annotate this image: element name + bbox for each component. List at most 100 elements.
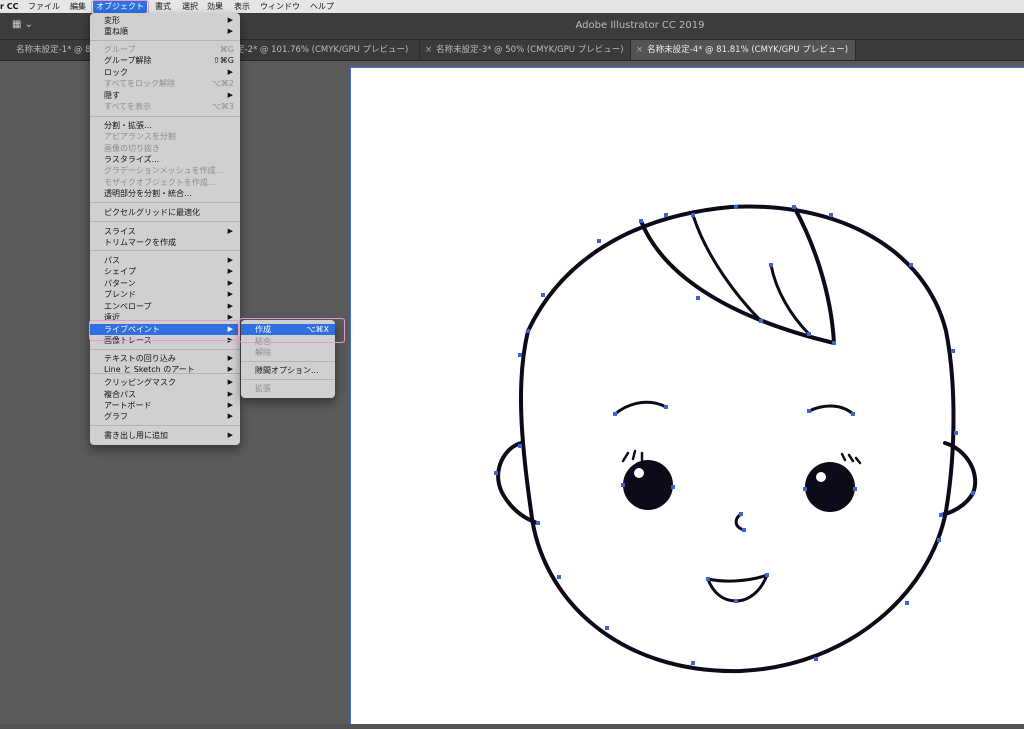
object_menu-item[interactable]: パス ▶: [90, 255, 240, 266]
artboard[interactable]: [350, 67, 1024, 724]
hair-lock: [639, 205, 836, 345]
object_menu-item[interactable]: エンベロープ ▶: [90, 301, 240, 312]
object_menu-item[interactable]: 分割・拡張...: [90, 120, 240, 131]
menu-separator: [241, 379, 335, 380]
submenu-arrow-icon: ▶: [227, 27, 233, 35]
menu-separator: [90, 40, 240, 41]
shortcut-label: ⌥⌘2: [211, 79, 234, 88]
object_menu-item[interactable]: ピクセルグリッドに最適化: [90, 207, 240, 218]
object_menu-item-label: グループ: [104, 45, 136, 54]
submenu-arrow-icon: ▶: [227, 16, 233, 24]
object_menu-item[interactable]: グラフ ▶: [90, 411, 240, 422]
object_menu-item-label: 重ね順: [104, 27, 128, 36]
object_menu-item[interactable]: シェイプ ▶: [90, 266, 240, 277]
shortcut-label: ⌥⌘3: [211, 102, 234, 111]
object_menu-item[interactable]: 変形 ▶: [90, 15, 240, 26]
menu-select[interactable]: 選択: [182, 0, 198, 13]
object_menu-item-label: テキストの回り込み: [104, 354, 176, 363]
submenu-arrow-icon: ▶: [227, 354, 233, 362]
submenu-arrow-icon: ▶: [227, 302, 233, 310]
baby-face-illustration[interactable]: [351, 68, 1024, 725]
right-eye-highlight: [816, 472, 826, 482]
object_menu-item-label: 隠す: [104, 91, 120, 100]
tab-close-icon[interactable]: ×: [425, 40, 432, 60]
object_menu-item[interactable]: 透明部分を分割・統合...: [90, 188, 240, 199]
object_menu-item[interactable]: 書き出し用に追加 ▶: [90, 430, 240, 441]
submenu-arrow-icon: ▶: [227, 68, 233, 76]
right-eyebrow: [807, 404, 855, 416]
livepaint-item-highlight: [89, 320, 239, 341]
menu-separator: [90, 202, 240, 203]
submenu-arrow-icon: ▶: [227, 267, 233, 275]
menu-separator: [90, 425, 240, 426]
document-tab-2[interactable]: 定-2* @ 101.76% (CMYK/GPU プレビュー): [236, 40, 420, 60]
menu-separator: [241, 361, 335, 362]
object_menu-item-label: 透明部分を分割・統合...: [104, 189, 192, 198]
object_menu-item-label: 変形: [104, 16, 120, 25]
object_menu-item-label: グラデーションメッシュを作成...: [104, 166, 224, 175]
object_menu-item-label: ピクセルグリッドに最適化: [104, 208, 200, 217]
menu-file[interactable]: ファイル: [28, 0, 60, 13]
object_menu-item-label: エンベロープ: [104, 302, 152, 311]
menu-app-name[interactable]: r CC: [0, 0, 18, 13]
menu-separator: [90, 349, 240, 350]
object_menu-item[interactable]: テキストの回り込み ▶: [90, 353, 240, 364]
object_menu-item-label: シェイプ: [104, 267, 136, 276]
object_menu-item[interactable]: スライス ▶: [90, 226, 240, 237]
document-tab-3[interactable]: × 名称未設定-3* @ 50% (CMYK/GPU プレビュー): [420, 40, 631, 60]
object_menu-item-label: アートボード: [104, 401, 152, 410]
object_menu-item: アピアランスを分割: [90, 131, 240, 142]
object-dropdown-menu: 変形 ▶ 重ね順 ▶ グループ ⌘G グループ解除 ⇧⌘G ロック ▶ すべてをロック解除 ⌥⌘2 隠す…: [90, 13, 240, 445]
object_menu-item[interactable]: 複合パス ▶: [90, 389, 240, 400]
menu-edit[interactable]: 編集: [70, 0, 86, 13]
create-item-highlight: [239, 318, 345, 343]
object_menu-item[interactable]: クリッピングマスク ▶: [90, 377, 240, 388]
object_menu-item-label: 画像の切り抜き: [104, 144, 160, 153]
object_menu-item[interactable]: ロック ▶: [90, 67, 240, 78]
object_menu-item[interactable]: 重ね順 ▶: [90, 26, 240, 37]
tab-close-icon[interactable]: ×: [636, 40, 643, 60]
submenu-arrow-icon: ▶: [227, 91, 233, 99]
menu-separator: [90, 116, 240, 117]
object_menu-item-label: ブレンド: [104, 290, 136, 299]
right-eye: [805, 462, 855, 512]
object_menu-item-label: ラスタライズ...: [104, 155, 160, 164]
livepaint_submenu-item-label: 解除: [255, 348, 271, 357]
document-tab-1[interactable]: ×名称未設定-1* @ 80% (C: [0, 40, 101, 60]
menu-type[interactable]: 書式: [155, 0, 171, 13]
menu-view[interactable]: 表示: [234, 0, 250, 13]
left-eye: [623, 460, 673, 510]
document-tab-4[interactable]: × 名称未設定-4* @ 81.81% (CMYK/GPU プレビュー): [631, 40, 856, 60]
object_menu-item[interactable]: グループ解除 ⇧⌘G: [90, 55, 240, 66]
object_menu-item[interactable]: ラスタライズ...: [90, 154, 240, 165]
menu-effect[interactable]: 効果: [207, 0, 223, 13]
livepaint_submenu-item: 解除: [241, 347, 335, 358]
submenu-arrow-icon: ▶: [227, 401, 233, 409]
object_menu-item: グループ ⌘G: [90, 44, 240, 55]
object_menu-item: モザイクオブジェクトを作成...: [90, 177, 240, 188]
object_menu-item: すべてをロック解除 ⌥⌘2: [90, 78, 240, 89]
object_menu-item-label: クリッピングマスク: [104, 378, 176, 387]
menu-window[interactable]: ウィンドウ: [260, 0, 300, 13]
submenu-arrow-icon: ▶: [227, 227, 233, 235]
object_menu-item[interactable]: トリムマークを作成: [90, 237, 240, 248]
shortcut-label: ⇧⌘G: [213, 56, 234, 65]
hair-strand-2: [769, 263, 811, 336]
submenu-arrow-icon: ▶: [227, 256, 233, 264]
object_menu-item[interactable]: アートボード ▶: [90, 400, 240, 411]
object_menu-item-label: モザイクオブジェクトを作成...: [104, 178, 216, 187]
right-lashes: [840, 452, 862, 465]
left-eye-highlight: [634, 468, 644, 478]
object_menu-item[interactable]: パターン ▶: [90, 278, 240, 289]
object_menu-item: グラデーションメッシュを作成...: [90, 165, 240, 176]
menu-bar: r CC ファイル 編集 オブジェクト 書式 選択 効果 表示 ウィンドウ ヘル…: [0, 0, 1024, 13]
object_menu-item[interactable]: 隠す ▶: [90, 90, 240, 101]
submenu-arrow-icon: ▶: [227, 290, 233, 298]
object_menu-item-label: すべてをロック解除: [104, 79, 175, 88]
object_menu-item[interactable]: ブレンド ▶: [90, 289, 240, 300]
menu-help[interactable]: ヘルプ: [310, 0, 334, 13]
shortcut-label: ⌘G: [219, 45, 234, 54]
left-lashes: [621, 449, 644, 463]
livepaint_submenu-item[interactable]: 隙間オプション...: [241, 365, 335, 376]
submenu-arrow-icon: ▶: [227, 390, 233, 398]
